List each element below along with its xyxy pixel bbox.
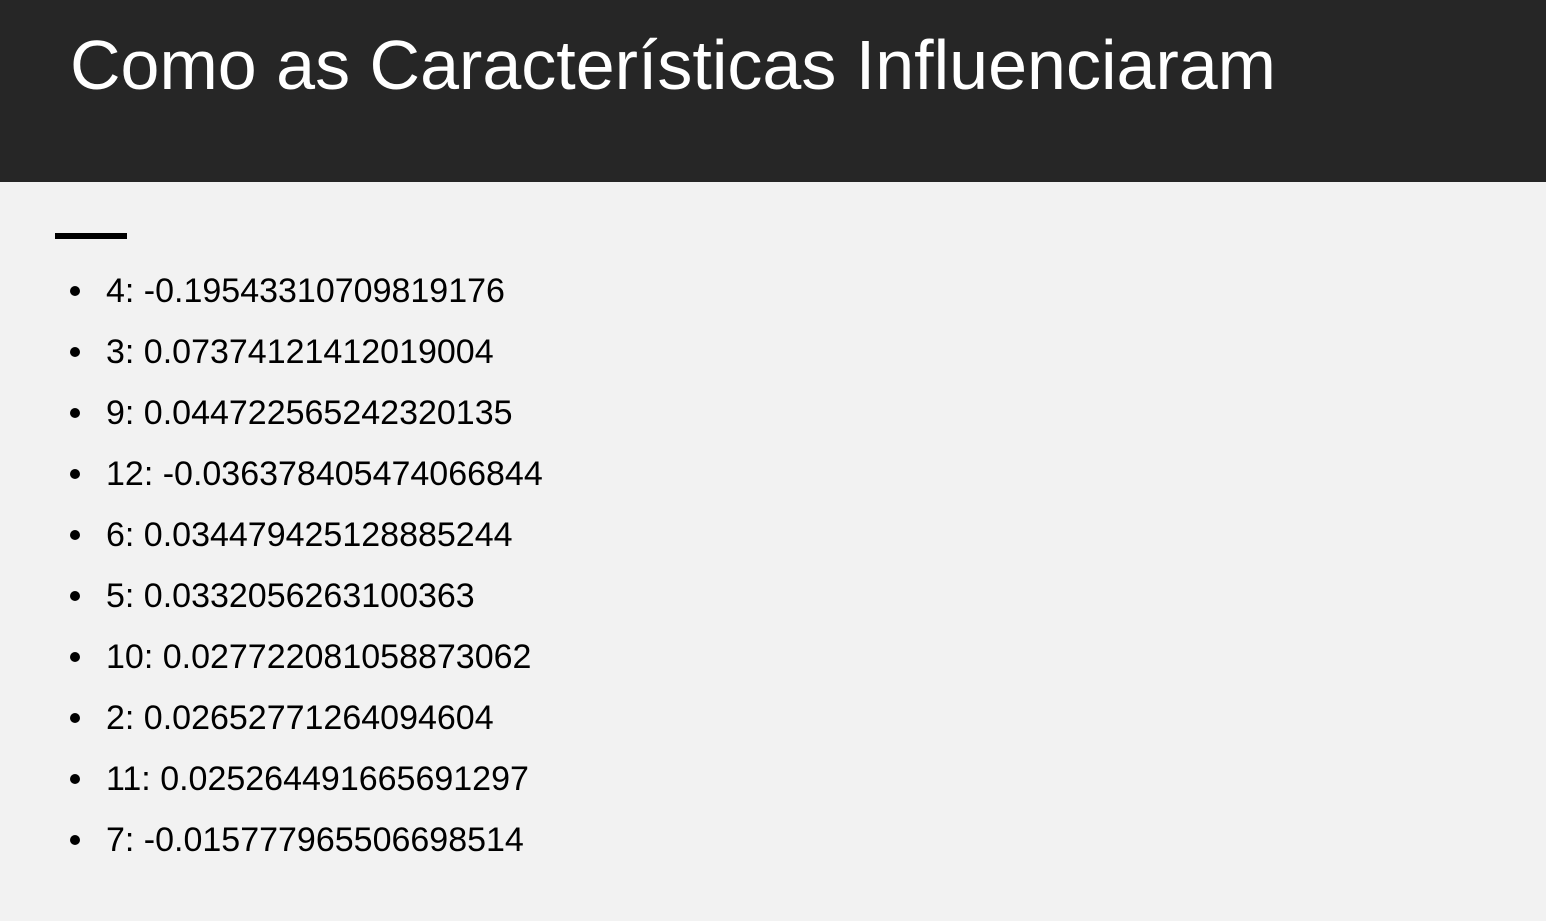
bullet-icon <box>70 347 80 357</box>
bullet-icon <box>70 591 80 601</box>
list-item-text: 6: 0.034479425128885244 <box>106 516 513 554</box>
bullet-icon <box>70 652 80 662</box>
list-item-text: 9: 0.044722565242320135 <box>106 394 513 432</box>
list-item-text: 3: 0.07374121412019004 <box>106 333 494 371</box>
list-item-text: 11: 0.025264491665691297 <box>106 760 529 798</box>
list-item-text: 10: 0.027722081058873062 <box>106 638 532 676</box>
bullet-icon <box>70 530 80 540</box>
accent-rule <box>55 233 127 239</box>
bullet-icon <box>70 286 80 296</box>
list-item-text: 4: -0.19543310709819176 <box>106 272 505 310</box>
bullet-icon <box>70 713 80 723</box>
slide: Como as Características Influenciaram 4:… <box>0 0 1546 921</box>
bullet-icon <box>70 835 80 845</box>
list-item-text: 7: -0.015777965506698514 <box>106 821 524 859</box>
bullet-icon <box>70 774 80 784</box>
bullet-icon <box>70 469 80 479</box>
slide-title: Como as Características Influenciaram <box>70 26 1276 104</box>
list-item-text: 2: 0.02652771264094604 <box>106 699 494 737</box>
bullet-icon <box>70 408 80 418</box>
list-item-text: 5: 0.0332056263100363 <box>106 577 475 615</box>
title-bar: Como as Características Influenciaram <box>0 0 1546 182</box>
list-item-text: 12: -0.036378405474066844 <box>106 455 543 493</box>
